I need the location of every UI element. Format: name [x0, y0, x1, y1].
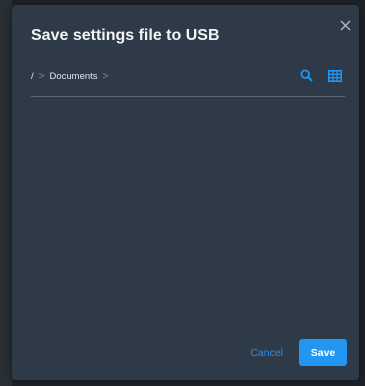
close-icon — [340, 20, 350, 30]
search-button[interactable] — [299, 68, 314, 83]
cancel-button[interactable]: Cancel — [250, 347, 283, 359]
toolbar — [299, 68, 342, 83]
underlying-app-edge — [0, 0, 12, 386]
breadcrumb-separator: > — [38, 71, 45, 82]
file-list[interactable] — [31, 101, 345, 328]
save-file-dialog: Save settings file to USB / > Documents … — [12, 5, 359, 380]
grid-view-button[interactable] — [327, 68, 342, 83]
close-button[interactable] — [337, 17, 353, 33]
save-button[interactable]: Save — [299, 339, 347, 366]
breadcrumb-root[interactable]: / — [31, 71, 34, 82]
search-icon — [300, 69, 313, 82]
dialog-footer: Cancel Save — [250, 339, 347, 366]
breadcrumb: / > Documents > — [31, 71, 113, 82]
breadcrumb-item-documents[interactable]: Documents — [49, 71, 97, 82]
breadcrumb-separator: > — [102, 71, 109, 82]
breadcrumb-divider — [31, 96, 345, 97]
dialog-title: Save settings file to USB — [31, 27, 220, 44]
grid-view-icon — [327, 69, 342, 82]
